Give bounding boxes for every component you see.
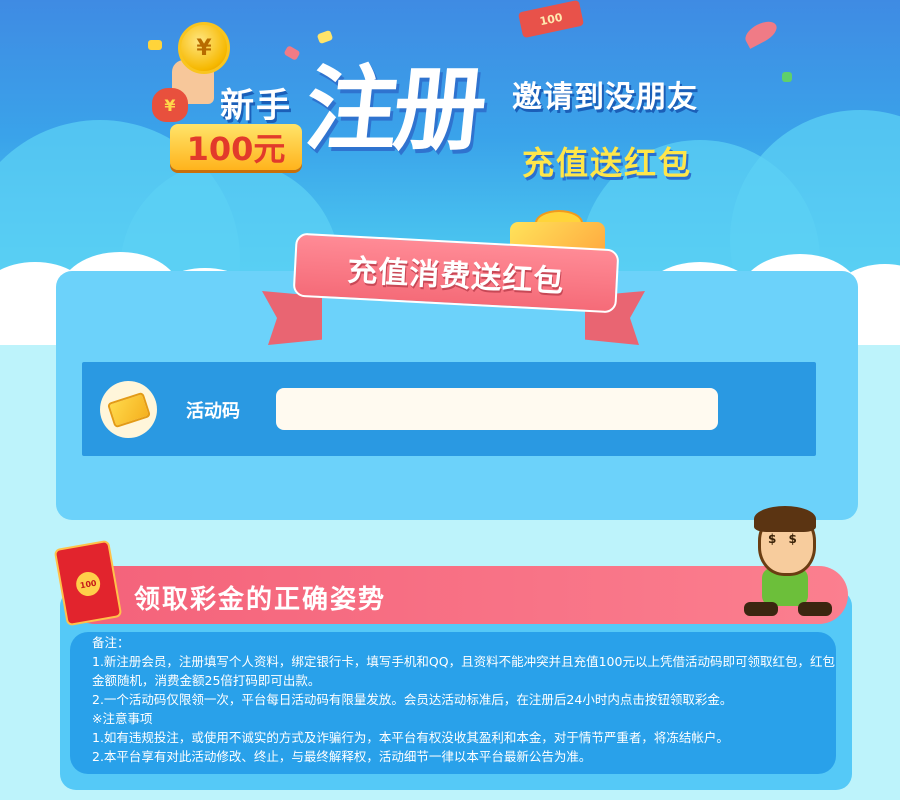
notes-line: 2.一个活动码仅限领一次，平台每日活动码有限量发放。会员达活动标准后，在注册后2… [92,692,733,707]
mascot-illustration: $ $ [738,506,848,630]
notes-line: ※注意事项 [92,711,153,726]
banner-recharge-gift-text: 充值送红包 [522,144,693,182]
ticket-icon [100,381,157,438]
banner-register-title: 注册 [300,56,488,163]
money-bag-icon: ¥ [152,88,188,122]
activity-code-input[interactable] [276,388,718,430]
banner-invite-text: 邀请到没朋友 [512,80,698,115]
confetti [316,29,334,45]
confetti [148,40,162,50]
banner-newbie-text: 新手 [220,86,292,126]
notes-line: 1.新注册会员，注册填写个人资料，绑定银行卡，填写手机和QQ，且资料不能冲突并且… [92,654,835,688]
coin-icon: ¥ [178,22,230,74]
activity-code-label: 活动码 [186,401,240,422]
envelope-badge: 100 [74,570,103,598]
guide-title: 领取彩金的正确姿势 [134,585,387,615]
notes-line: 备注： [92,635,130,650]
flying-leaf [741,17,781,49]
confetti [283,45,301,61]
flying-bill: 100 [517,0,585,39]
notes-line: 1.如有违规投注，或使用不诚实的方式及诈骗行为，本平台有权没收其盈利和本金，对于… [92,730,729,745]
notes-text: 备注： 1.新注册会员，注册填写个人资料，绑定银行卡，填写手机和QQ，且资料不能… [92,633,840,766]
banner-amount-badge: 100元 [170,124,302,170]
notes-line: 2.本平台享有对此活动修改、终止，与最终解释权，活动细节一律以本平台最新公告为准… [92,749,592,764]
confetti [782,72,792,82]
